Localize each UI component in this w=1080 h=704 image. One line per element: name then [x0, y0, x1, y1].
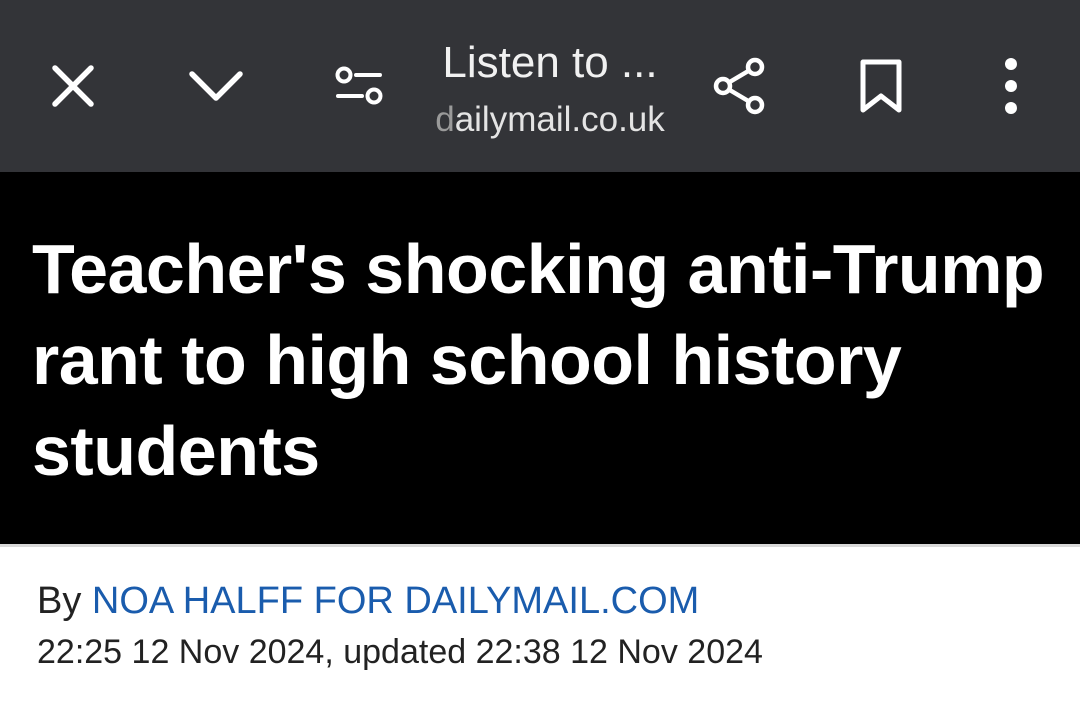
close-icon: [52, 65, 94, 107]
headline-banner: Teacher's shocking anti-Trump rant to hi…: [0, 172, 1080, 544]
tune-icon: [335, 66, 383, 105]
bookmark-icon: [860, 59, 902, 113]
article-headline: Teacher's shocking anti-Trump rant to hi…: [32, 230, 1045, 490]
share-icon: [713, 57, 765, 115]
page-domain: dailymail.co.uk: [400, 100, 700, 140]
page-domain-first-letter: d: [435, 100, 455, 139]
page-title-block: Listen to ... dailymail.co.uk: [400, 36, 700, 140]
section-divider: [0, 544, 1080, 547]
chevron-down-icon: [189, 71, 243, 101]
page-domain-rest: ailymail.co.uk: [454, 100, 665, 139]
share-button[interactable]: [689, 36, 789, 136]
custom-tab-toolbar: Listen to ... dailymail.co.uk: [0, 0, 1080, 172]
more-vert-icon: [1005, 58, 1017, 114]
collapse-button[interactable]: [166, 36, 266, 136]
close-button[interactable]: [23, 36, 123, 136]
article-byline: By NOA HALFF FOR DAILYMAIL.COM: [37, 578, 699, 624]
byline-prefix: By: [37, 580, 92, 622]
page-settings-button[interactable]: [309, 36, 409, 136]
bookmark-button[interactable]: [831, 36, 931, 136]
author-link[interactable]: NOA HALFF FOR DAILYMAIL.COM: [92, 580, 699, 622]
article-dateline: 22:25 12 Nov 2024, updated 22:38 12 Nov …: [37, 633, 763, 671]
page-title: Listen to ...: [442, 38, 658, 87]
more-options-button[interactable]: [961, 36, 1061, 136]
